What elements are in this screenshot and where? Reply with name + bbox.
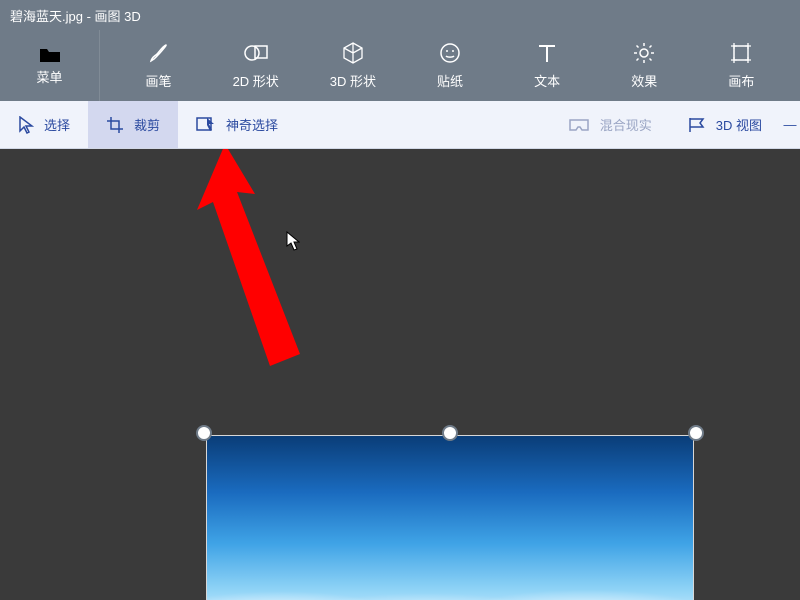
mouse-cursor — [286, 231, 300, 256]
brush-tool[interactable]: 画笔 — [119, 30, 199, 101]
text-icon — [536, 41, 558, 65]
brush-label: 画笔 — [146, 71, 172, 90]
text-label: 文本 — [534, 71, 560, 90]
resize-handle-tr[interactable] — [688, 425, 704, 441]
folder-icon — [39, 46, 61, 67]
flag-icon — [688, 117, 706, 133]
resize-handle-tm[interactable] — [442, 425, 458, 441]
menu-label: 菜单 — [36, 67, 62, 86]
effects-tool[interactable]: 效果 — [604, 30, 684, 101]
canvas-tool[interactable]: 画布 — [701, 30, 781, 101]
pointer-icon — [18, 116, 34, 134]
stickers-label: 贴纸 — [437, 71, 463, 90]
stickers-tool[interactable]: 贴纸 — [410, 30, 490, 101]
text-tool[interactable]: 文本 — [507, 30, 587, 101]
view3d-button[interactable]: 3D 视图 — [670, 101, 780, 148]
view3d-label: 3D 视图 — [716, 115, 762, 134]
crop-icon — [106, 116, 124, 134]
magic-select-button[interactable]: 神奇选择 — [178, 101, 296, 148]
resize-handle-tl[interactable] — [196, 425, 212, 441]
effects-label: 效果 — [631, 71, 657, 90]
canvas-area[interactable] — [0, 149, 800, 600]
shape3d-label: 3D 形状 — [330, 71, 376, 90]
sub-toolbar: 选择 裁剪 神奇选择 混合现实 3D 视图 — — [0, 101, 800, 149]
effects-icon — [632, 41, 656, 65]
shape2d-tool[interactable]: 2D 形状 — [216, 30, 296, 101]
shape2d-label: 2D 形状 — [233, 71, 279, 90]
mixed-reality-button: 混合现实 — [550, 101, 670, 148]
cube-icon — [341, 41, 365, 65]
image-content — [207, 436, 693, 600]
shape2d-icon — [243, 41, 269, 65]
magic-select-icon — [196, 117, 216, 133]
vr-icon — [568, 118, 590, 132]
canvas-icon — [729, 41, 753, 65]
mixed-reality-label: 混合现实 — [600, 115, 652, 134]
ribbon: 菜单 画笔 2D 形状 3D 形状 贴纸 — [0, 30, 800, 101]
magic-select-label: 神奇选择 — [226, 115, 278, 134]
sticker-icon — [438, 41, 462, 65]
title-bar: 碧海蓝天.jpg - 画图 3D — [0, 0, 800, 30]
canvas-label: 画布 — [728, 71, 754, 90]
select-button[interactable]: 选择 — [0, 101, 88, 148]
annotation-arrow — [195, 149, 315, 379]
window-title: 碧海蓝天.jpg - 画图 3D — [10, 6, 141, 25]
crop-button[interactable]: 裁剪 — [88, 101, 178, 148]
menu-button[interactable]: 菜单 — [0, 30, 100, 101]
selection-box[interactable] — [190, 419, 710, 600]
overflow-button[interactable]: — — [780, 117, 800, 132]
shape3d-tool[interactable]: 3D 形状 — [313, 30, 393, 101]
crop-label: 裁剪 — [134, 115, 160, 134]
brush-icon — [147, 41, 171, 65]
select-label: 选择 — [44, 115, 70, 134]
canvas-image[interactable] — [206, 435, 694, 600]
ribbon-tools: 画笔 2D 形状 3D 形状 贴纸 文本 — [100, 30, 800, 101]
